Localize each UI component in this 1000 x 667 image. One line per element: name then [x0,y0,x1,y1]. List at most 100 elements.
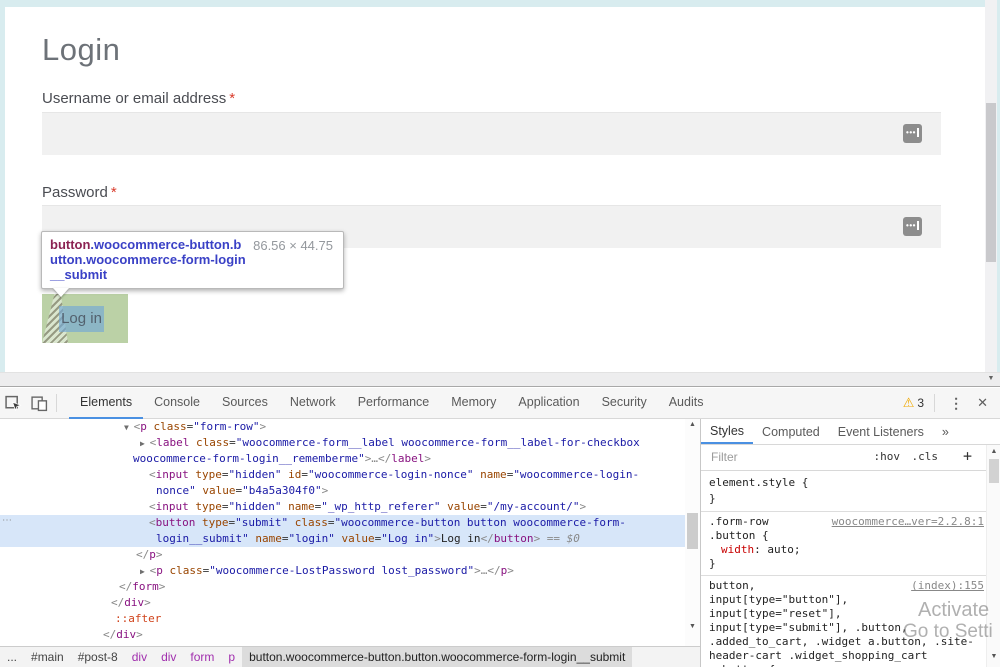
password-manager-icon[interactable]: ••• [903,124,922,143]
tooltip-tag: button [50,237,90,252]
css-source-link[interactable]: (index):155 [911,579,984,593]
devtools-tab-security[interactable]: Security [591,388,658,419]
devtools-toolbar: ElementsConsoleSourcesNetworkPerformance… [0,388,1000,419]
filter-input[interactable]: Filter [711,450,738,464]
dom-tree-row[interactable]: </div> [0,627,685,643]
css-source-link[interactable]: woocommerce…ver=2.2.8:1 [832,515,984,529]
page-title: Login [42,32,120,68]
username-label: Username or email address* [42,90,235,107]
scroll-up-arrow-icon[interactable]: ▲ [987,448,1000,455]
dom-tree-row[interactable]: ▼ <p class="form-row"> [0,419,685,435]
dom-tree-row[interactable]: </div> [0,595,685,611]
breadcrumb-item[interactable]: div [154,647,183,667]
toolbar-divider [56,394,57,412]
css-line[interactable]: button,(index):155 [701,579,986,593]
css-rule-section: element.style {} [701,472,986,512]
breadcrumb-item[interactable]: div [125,647,154,667]
required-asterisk: * [229,90,235,107]
row-overflow-marker[interactable]: ⋯ [2,515,13,526]
toolbar-divider [934,394,935,412]
class-toggle-button[interactable]: .cls [912,450,939,463]
css-line[interactable]: header-cart .widget_shopping_cart [701,649,986,663]
dom-tree-row[interactable]: nonce" value="b4a5a304f0"> [0,483,685,499]
css-line[interactable]: .added_to_cart, .widget a.button, .site- [701,635,986,649]
device-toolbar-icon[interactable] [26,391,52,415]
required-asterisk: * [111,184,117,201]
devtools-panel: ElementsConsoleSourcesNetworkPerformance… [0,386,1000,667]
devtools-tab-audits[interactable]: Audits [658,388,715,419]
breadcrumb-item[interactable]: button.woocommerce-button.button.woocomm… [242,647,632,667]
dom-tree: ▼ <p class="form-row">▶ <label class="wo… [0,419,685,646]
tooltip-classes: .woocommerce-button.b [90,237,241,252]
devtools-tab-network[interactable]: Network [279,388,347,419]
username-input[interactable] [42,112,941,155]
breadcrumb-item[interactable]: #main [24,647,71,667]
devtools-tab-memory[interactable]: Memory [440,388,507,419]
styles-pane: StylesComputedEvent Listeners» Filter :h… [700,419,1000,667]
login-button[interactable]: Log in [59,306,104,332]
devtools-menu-icon[interactable]: ⋮ [939,395,973,412]
warning-icon: ⚠ [903,395,915,411]
page-background-left [0,0,5,372]
css-line[interactable]: a.button { [701,663,986,667]
dom-tree-row[interactable]: login__submit" name="login" value="Log i… [0,531,685,547]
styles-scrollbar[interactable]: ▲ ▼ [986,445,1000,667]
styles-filter-row: Filter :hov .cls + [701,445,1000,471]
css-line[interactable]: .button { [701,529,986,543]
dom-tree-row[interactable]: ::after [0,611,685,627]
scroll-down-arrow-icon[interactable]: ▼ [685,623,700,630]
css-line[interactable]: element.style { [701,475,986,491]
screen: Login Username or email address* ••• Pas… [0,0,1000,667]
styles-tab-styles[interactable]: Styles [701,420,753,444]
password-manager-icon[interactable]: ••• [903,217,922,236]
styles-tab--[interactable]: » [933,420,958,444]
breadcrumb-item[interactable]: form [183,647,221,667]
dom-tree-row[interactable]: </p> [0,547,685,563]
styles-tab-event-listeners[interactable]: Event Listeners [829,420,933,444]
css-line[interactable]: .form-rowwoocommerce…ver=2.2.8:1 [701,515,986,529]
styles-scrollbar-thumb[interactable] [989,459,999,483]
page-bottom-scroll-strip [0,372,1000,386]
css-line[interactable]: input[type="submit"], .button, [701,621,986,635]
devtools-tab-console[interactable]: Console [143,388,211,419]
webpage-viewport: Login Username or email address* ••• Pas… [0,0,1000,386]
dom-tree-row[interactable]: <button type="submit" class="woocommerce… [0,515,685,531]
warning-count: 3 [917,396,924,410]
pseudo-state-button[interactable]: :hov [874,450,901,463]
css-line[interactable]: } [701,491,986,507]
scroll-up-arrow-icon[interactable]: ▲ [685,421,700,428]
devtools-close-icon[interactable]: ✕ [973,395,1000,411]
dom-tree-row[interactable]: <input type="hidden" id="woocommerce-log… [0,467,685,483]
scroll-down-arrow-icon[interactable]: ▼ [985,372,997,386]
dom-tree-row[interactable]: ▶ <p class="woocommerce-LostPassword los… [0,563,685,579]
inspect-element-icon[interactable] [0,391,26,415]
dom-tree-row[interactable]: woocommerce-form-login__rememberme">…</l… [0,451,685,467]
css-line[interactable]: } [701,557,986,571]
css-line[interactable]: input[type="reset"], [701,607,986,621]
breadcrumb-item[interactable]: ... [0,647,24,667]
breadcrumb: ...#main#post-8divdivformpbutton.woocomm… [0,646,700,667]
styles-tabs: StylesComputedEvent Listeners» [701,419,1000,445]
dom-tree-row[interactable]: <input type="hidden" name="_wp_http_refe… [0,499,685,515]
dom-tree-row[interactable]: </form> [0,579,685,595]
styles-tab-computed[interactable]: Computed [753,420,829,444]
css-rule-section: button,(index):155input[type="button"],i… [701,576,986,667]
dom-tree-row[interactable]: ▶ <label class="woocommerce-form__label … [0,435,685,451]
breadcrumb-item[interactable]: p [221,647,242,667]
page-scrollbar-thumb[interactable] [986,103,996,262]
devtools-tabs: ElementsConsoleSourcesNetworkPerformance… [69,388,714,419]
devtools-tab-performance[interactable]: Performance [347,388,441,419]
new-rule-button[interactable]: + [963,447,972,465]
warnings-badge[interactable]: ⚠ 3 [897,395,930,411]
devtools-tab-elements[interactable]: Elements [69,388,143,419]
scroll-down-arrow-icon[interactable]: ▼ [987,653,1000,660]
devtools-tab-application[interactable]: Application [507,388,590,419]
devtools-tab-sources[interactable]: Sources [211,388,279,419]
breadcrumb-item[interactable]: #post-8 [71,647,125,667]
tooltip-dimensions: 86.56 × 44.75 [253,238,333,253]
elements-scrollbar-thumb[interactable] [687,513,698,549]
css-line[interactable]: input[type="button"], [701,593,986,607]
tooltip-arrow [53,288,69,297]
css-line[interactable]: width: auto; [701,543,986,557]
elements-scrollbar[interactable]: ▲ ▼ [685,419,700,646]
